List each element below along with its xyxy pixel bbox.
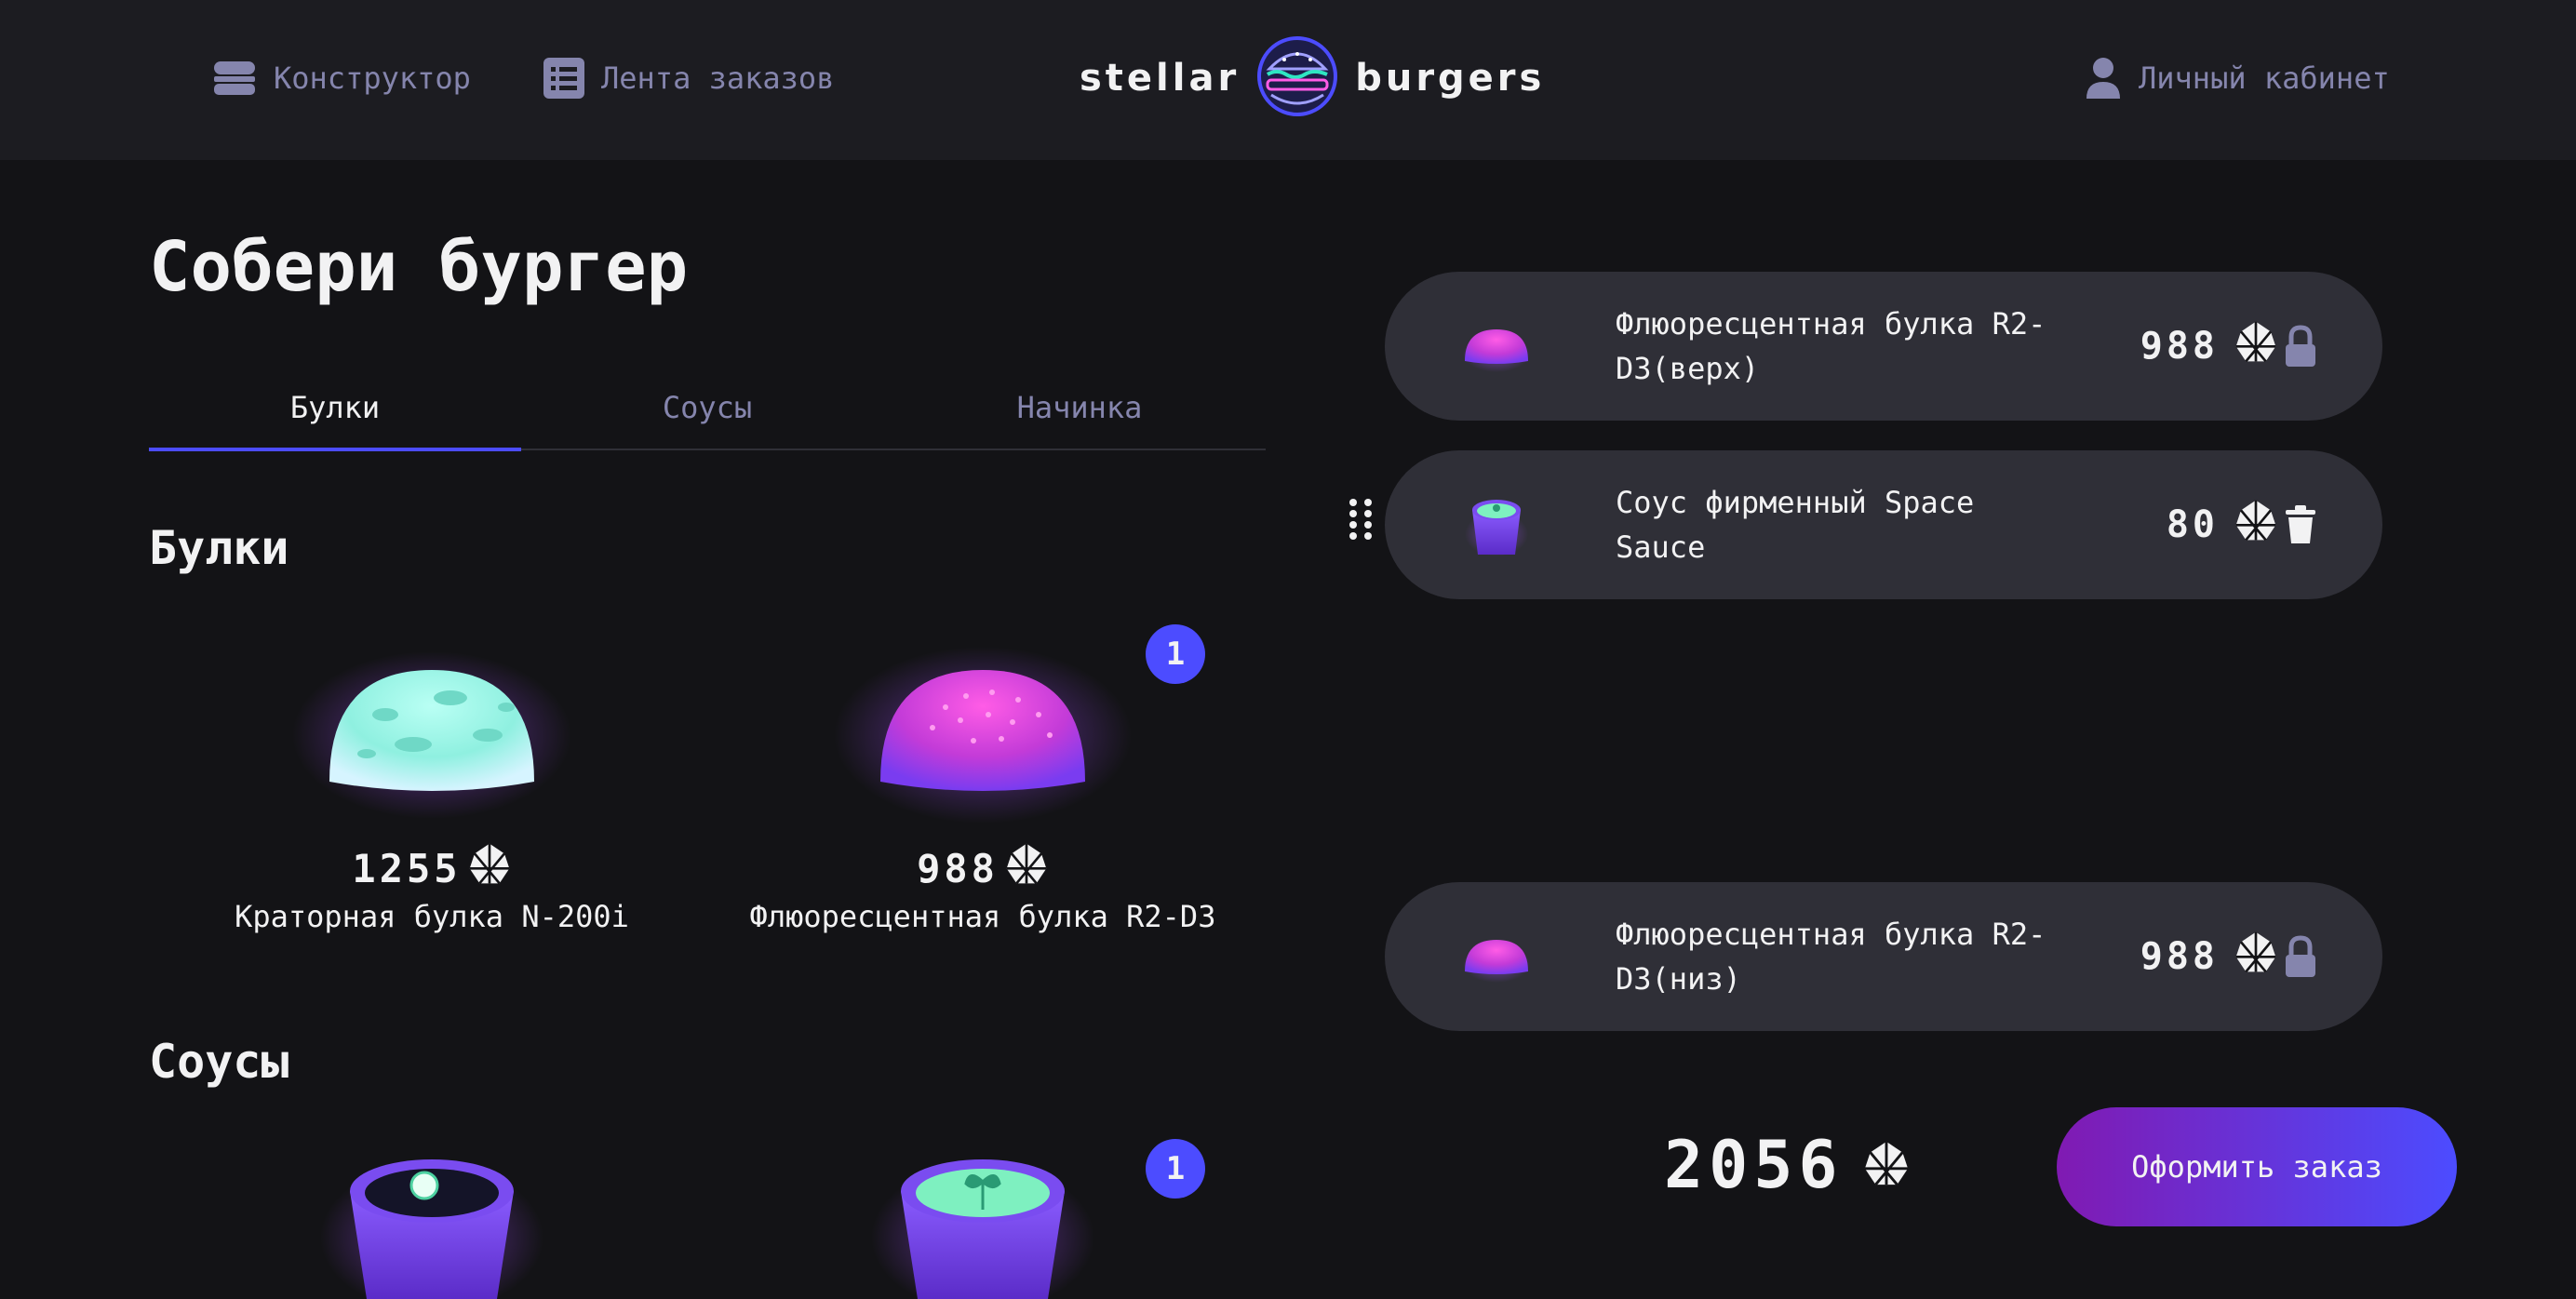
bun-thumbnail xyxy=(1459,309,1534,383)
constructor-item-price: 988 xyxy=(2140,882,2278,1031)
constructor-item-name: Флюоресцентная булка R2-D3(верх) xyxy=(1616,306,2046,386)
section-title-sauces: Соусы xyxy=(149,1035,289,1089)
ingredient-price-value: 1255 xyxy=(352,845,462,891)
sauce-1-image xyxy=(171,1135,692,1299)
logo-text-left: stellar xyxy=(1080,57,1241,100)
ingredient-price-value: 988 xyxy=(917,845,999,891)
ingredient-tabs: Булки Соусы Начинка xyxy=(149,367,1266,451)
nav-account[interactable]: Личный кабинет xyxy=(2085,52,2390,104)
constructor-item-price-value: 988 xyxy=(2140,325,2219,368)
constructor-bun-top: Флюоресцентная булка R2-D3(верх) 988 xyxy=(1385,272,2382,421)
nav-order-feed[interactable]: Лента заказов xyxy=(543,52,834,104)
ingredient-card-crater-bun[interactable]: 1255 Краторная булка N-200i xyxy=(171,605,692,958)
currency-icon xyxy=(467,841,512,895)
ingredient-count-badge: 1 xyxy=(1146,1139,1205,1199)
constructor-bun-bottom: Флюоресцентная булка R2-D3(низ) 988 xyxy=(1385,882,2382,1031)
ingredient-price: 988 xyxy=(722,841,1243,895)
logo[interactable]: stellar burgers xyxy=(1080,32,1545,125)
lock-icon xyxy=(2278,324,2323,368)
nav-constructor[interactable]: Конструктор xyxy=(212,52,471,104)
ingredient-name: Краторная булка N-200i xyxy=(235,899,629,934)
tab-buns[interactable]: Булки xyxy=(149,367,521,451)
tab-fillings[interactable]: Начинка xyxy=(893,367,1266,449)
ingredient-card-sauce-1[interactable] xyxy=(171,1135,692,1299)
tab-sauces[interactable]: Соусы xyxy=(521,367,893,449)
sauce-thumbnail xyxy=(1459,488,1534,562)
constructor-item-price: 80 xyxy=(2167,450,2278,599)
constructor-item-price: 988 xyxy=(2140,272,2278,421)
constructor-item-name: Соус фирменный Space Sauce xyxy=(1616,485,1975,565)
ingredient-price: 1255 xyxy=(171,841,692,895)
logo-text-right: burgers xyxy=(1355,57,1546,100)
order-total-value: 2056 xyxy=(1664,1127,1844,1203)
constructor-item-price-value: 988 xyxy=(2140,935,2219,978)
currency-icon xyxy=(1862,1127,1911,1203)
crater-bun-image xyxy=(171,605,692,828)
currency-icon xyxy=(2234,930,2278,984)
place-order-button[interactable]: Оформить заказ xyxy=(2057,1107,2457,1226)
logo-burger-icon xyxy=(1256,35,1338,121)
constructor-item-name: Флюоресцентная булка R2-D3(низ) xyxy=(1616,917,2046,997)
nav-constructor-label: Конструктор xyxy=(274,60,471,96)
page-title: Собери бургер xyxy=(149,227,689,307)
currency-icon xyxy=(2234,498,2278,552)
currency-icon xyxy=(1004,841,1049,895)
ingredient-name: Флюоресцентная булка R2-D3 xyxy=(749,899,1216,934)
profile-icon xyxy=(2085,56,2122,100)
ingredient-count-badge: 1 xyxy=(1146,624,1205,684)
delete-icon[interactable] xyxy=(2278,502,2323,547)
app-header: Конструктор Лента заказов stellar burger… xyxy=(0,0,2576,160)
constructor-filling-item[interactable]: Соус фирменный Space Sauce 80 xyxy=(1385,450,2382,599)
constructor-item-price-value: 80 xyxy=(2166,503,2219,546)
nav-account-label: Личный кабинет xyxy=(2139,60,2390,96)
list-icon xyxy=(543,58,584,99)
section-title-buns: Булки xyxy=(149,521,289,575)
bun-thumbnail xyxy=(1459,919,1534,994)
lock-icon xyxy=(2278,934,2323,979)
currency-icon xyxy=(2234,319,2278,373)
order-total: 2056 xyxy=(1664,1127,1911,1203)
burger-icon xyxy=(212,56,257,100)
drag-handle-icon[interactable] xyxy=(1346,497,1375,542)
nav-order-feed-label: Лента заказов xyxy=(601,60,835,96)
